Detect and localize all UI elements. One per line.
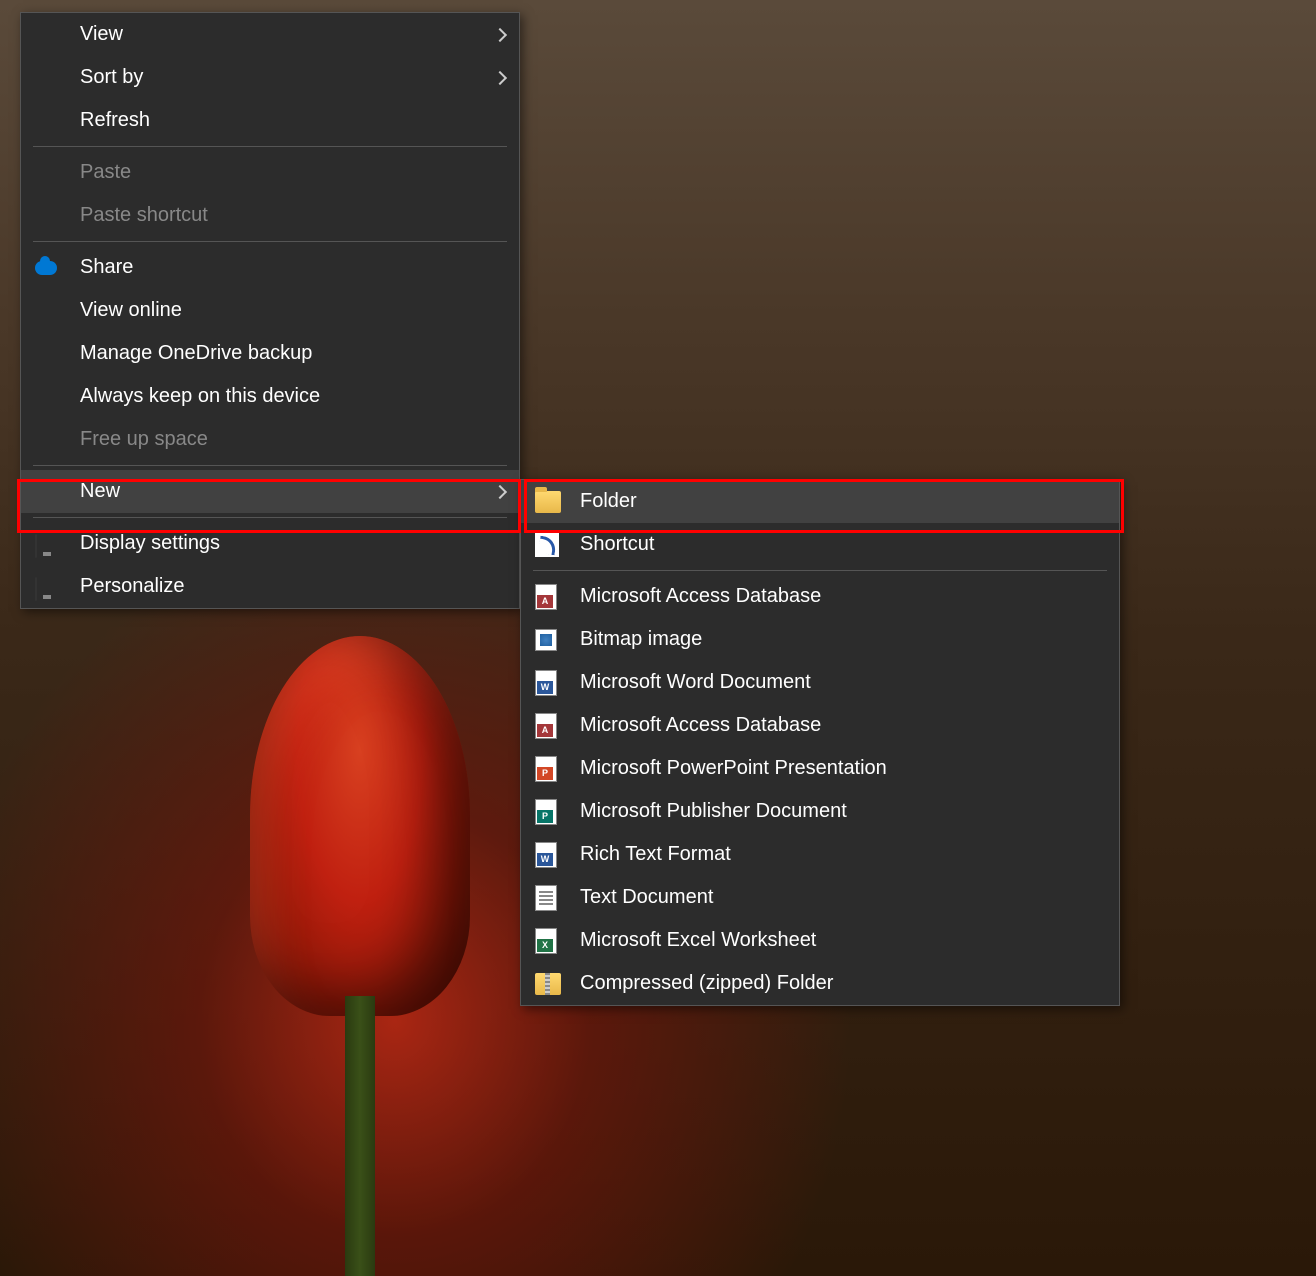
submenu-item-zip[interactable]: Compressed (zipped) Folder — [521, 962, 1119, 1005]
menu-label: Sort by — [80, 66, 485, 89]
menu-label: Microsoft Publisher Document — [580, 800, 1105, 823]
chevron-right-icon — [485, 23, 505, 46]
menu-label: Microsoft Excel Worksheet — [580, 929, 1105, 952]
menu-item-always-keep[interactable]: Always keep on this device — [21, 375, 519, 418]
menu-label: Manage OneDrive backup — [80, 342, 505, 365]
submenu-item-rtf[interactable]: W Rich Text Format — [521, 833, 1119, 876]
menu-label: Text Document — [580, 886, 1105, 909]
menu-label: Microsoft Access Database — [580, 714, 1105, 737]
personalize-icon — [35, 578, 59, 596]
rtf-icon: W — [535, 842, 557, 868]
menu-label: Paste shortcut — [80, 204, 505, 227]
monitor-icon — [35, 535, 59, 553]
submenu-item-text[interactable]: Text Document — [521, 876, 1119, 919]
menu-label: View online — [80, 299, 505, 322]
submenu-item-word[interactable]: W Microsoft Word Document — [521, 661, 1119, 704]
menu-label: Compressed (zipped) Folder — [580, 972, 1105, 995]
wallpaper-tulip — [200, 636, 520, 1276]
submenu-item-excel[interactable]: X Microsoft Excel Worksheet — [521, 919, 1119, 962]
menu-label: Shortcut — [580, 533, 1105, 556]
menu-separator — [33, 465, 507, 466]
menu-separator — [533, 570, 1107, 571]
word-icon: W — [535, 670, 557, 696]
submenu-item-ppt[interactable]: P Microsoft PowerPoint Presentation — [521, 747, 1119, 790]
desktop-context-menu: View Sort by Refresh Paste Paste shortcu… — [20, 12, 520, 609]
zip-folder-icon — [535, 973, 561, 995]
excel-icon: X — [535, 928, 557, 954]
menu-label: Display settings — [80, 532, 505, 555]
menu-item-new[interactable]: New — [21, 470, 519, 513]
menu-label: Rich Text Format — [580, 843, 1105, 866]
menu-item-free-up-space: Free up space — [21, 418, 519, 461]
menu-label: Refresh — [80, 109, 505, 132]
menu-item-personalize[interactable]: Personalize — [21, 565, 519, 608]
menu-label: Share — [80, 256, 505, 279]
submenu-item-access2[interactable]: A Microsoft Access Database — [521, 704, 1119, 747]
menu-item-sort-by[interactable]: Sort by — [21, 56, 519, 99]
menu-label: Microsoft Word Document — [580, 671, 1105, 694]
access-icon: A — [535, 584, 557, 610]
menu-item-view-online[interactable]: View online — [21, 289, 519, 332]
menu-item-refresh[interactable]: Refresh — [21, 99, 519, 142]
publisher-icon: P — [535, 799, 557, 825]
submenu-item-folder[interactable]: Folder — [521, 480, 1119, 523]
menu-item-view[interactable]: View — [21, 13, 519, 56]
menu-label: Microsoft Access Database — [580, 585, 1105, 608]
menu-item-paste-shortcut: Paste shortcut — [21, 194, 519, 237]
new-submenu: Folder Shortcut A Microsoft Access Datab… — [520, 479, 1120, 1006]
menu-label: Personalize — [80, 575, 505, 598]
powerpoint-icon: P — [535, 756, 557, 782]
menu-item-display-settings[interactable]: Display settings — [21, 522, 519, 565]
menu-label: View — [80, 23, 485, 46]
chevron-right-icon — [485, 480, 505, 503]
submenu-item-access[interactable]: A Microsoft Access Database — [521, 575, 1119, 618]
menu-item-paste: Paste — [21, 151, 519, 194]
menu-item-share[interactable]: Share — [21, 246, 519, 289]
bitmap-icon — [535, 629, 557, 651]
submenu-item-bitmap[interactable]: Bitmap image — [521, 618, 1119, 661]
menu-label: New — [80, 480, 485, 503]
menu-label: Free up space — [80, 428, 505, 451]
onedrive-cloud-icon — [35, 261, 57, 275]
access-icon: A — [535, 713, 557, 739]
menu-separator — [33, 241, 507, 242]
folder-icon — [535, 491, 561, 513]
menu-label: Microsoft PowerPoint Presentation — [580, 757, 1105, 780]
submenu-item-shortcut[interactable]: Shortcut — [521, 523, 1119, 566]
menu-separator — [33, 146, 507, 147]
menu-separator — [33, 517, 507, 518]
chevron-right-icon — [485, 66, 505, 89]
menu-label: Always keep on this device — [80, 385, 505, 408]
menu-label: Bitmap image — [580, 628, 1105, 651]
menu-label: Paste — [80, 161, 505, 184]
shortcut-icon — [535, 533, 559, 557]
menu-label: Folder — [580, 490, 1105, 513]
menu-item-manage-onedrive[interactable]: Manage OneDrive backup — [21, 332, 519, 375]
text-file-icon — [535, 885, 557, 911]
submenu-item-publisher[interactable]: P Microsoft Publisher Document — [521, 790, 1119, 833]
